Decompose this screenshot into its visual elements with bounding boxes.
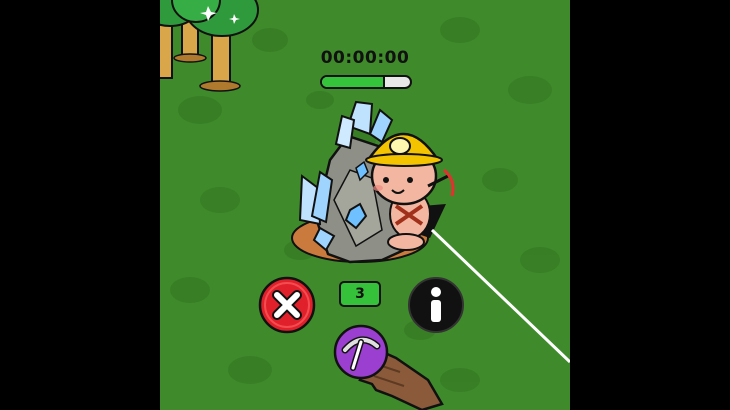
tree-cluster [160,0,259,92]
x-icon [258,276,316,334]
progress-bar [320,75,412,89]
pickaxe-icon [333,324,389,380]
video-frame: 00:00:00 3 [0,0,730,410]
progress-fill [322,77,386,87]
close-button[interactable] [258,276,316,334]
game-screen: 00:00:00 3 [160,0,570,410]
timer-display: 00:00:00 [320,48,410,68]
tool-button[interactable] [333,324,389,380]
info-icon [408,277,464,333]
info-button[interactable] [407,276,465,334]
count-badge: 3 [339,281,381,307]
